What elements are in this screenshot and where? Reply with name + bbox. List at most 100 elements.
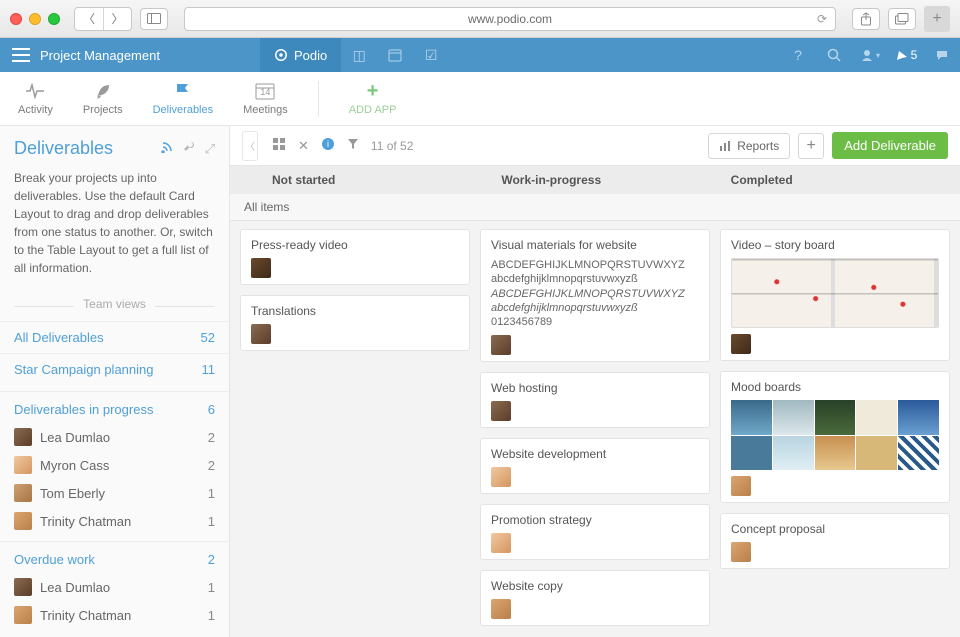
avatar xyxy=(14,428,32,446)
sidebar-tools: ⤢ xyxy=(161,141,215,157)
workspace-title[interactable]: Project Management xyxy=(40,48,160,63)
column-headers: Not started Work-in-progress Completed xyxy=(230,166,960,194)
card-avatars xyxy=(731,334,939,354)
nav-activity[interactable]: Activity xyxy=(18,81,53,116)
calendar-icon[interactable] xyxy=(377,38,413,72)
maximize-window-button[interactable] xyxy=(48,13,60,25)
flag-icon xyxy=(174,81,192,101)
sidebar-person-row[interactable]: Lea Dumlao1 xyxy=(0,573,229,601)
sidebar-person-row[interactable]: Trinity Chatman1 xyxy=(0,507,229,535)
add-deliverable-button[interactable]: Add Deliverable xyxy=(832,132,948,159)
card-avatars xyxy=(731,476,939,496)
expand-icon[interactable]: ⤢ xyxy=(205,141,215,157)
connections-icon[interactable]: ◫ xyxy=(341,38,377,72)
col-header-notstarted: Not started xyxy=(242,173,501,187)
back-button[interactable]: 〈 xyxy=(75,8,103,30)
reports-button[interactable]: Reports xyxy=(708,133,790,159)
url-text: www.podio.com xyxy=(468,12,552,26)
refresh-icon[interactable]: ⟳ xyxy=(817,12,827,26)
avatar xyxy=(14,456,32,474)
nav-label: Activity xyxy=(18,104,53,116)
kanban-card[interactable]: Translations xyxy=(240,295,470,351)
sidebar-person-row[interactable]: Trinity Chatman1 xyxy=(0,601,229,629)
sidebar-person-row[interactable]: Tom Eberly1 xyxy=(0,479,229,507)
app-nav: Activity Projects Deliverables 14 Meetin… xyxy=(0,72,960,126)
kanban-card[interactable]: Website development xyxy=(480,438,710,494)
filter-icon[interactable] xyxy=(347,138,359,153)
column-wip: Visual materials for websiteABCDEFGHIJKL… xyxy=(480,229,710,629)
close-window-button[interactable] xyxy=(10,13,22,25)
avatar xyxy=(731,334,751,354)
nav-back-forward: 〈 〉 xyxy=(74,7,132,31)
sidebar-person-row[interactable]: Myron Cass2 xyxy=(0,451,229,479)
nav-meetings[interactable]: 14 Meetings xyxy=(243,81,288,116)
kanban-card[interactable]: Web hosting xyxy=(480,372,710,428)
person-count: 1 xyxy=(208,486,215,501)
sidebar-title: Deliverables xyxy=(14,138,161,159)
tabs-button[interactable] xyxy=(888,8,916,30)
card-avatars xyxy=(491,335,699,355)
link-count: 52 xyxy=(201,330,215,345)
tasks-icon[interactable]: ☑ xyxy=(413,38,449,72)
sidebar-section-head[interactable]: Overdue work2 xyxy=(0,541,229,573)
kanban-card[interactable]: Visual materials for websiteABCDEFGHIJKL… xyxy=(480,229,710,362)
window-controls xyxy=(10,13,60,25)
card-title: Concept proposal xyxy=(731,522,939,536)
help-icon[interactable]: ? xyxy=(780,38,816,72)
menu-icon[interactable] xyxy=(12,48,30,62)
sidebar-link-star[interactable]: Star Campaign planning 11 xyxy=(0,353,229,385)
add-widget-button[interactable]: + xyxy=(798,133,824,159)
kanban-card[interactable]: Concept proposal xyxy=(720,513,950,569)
card-title: Visual materials for website xyxy=(491,238,699,252)
avatar xyxy=(251,324,271,344)
info-icon[interactable]: i xyxy=(321,137,335,154)
settings-icon[interactable]: ✕ xyxy=(298,138,309,154)
wrench-icon[interactable] xyxy=(183,141,195,157)
add-app-label: ADD APP xyxy=(349,104,397,116)
sidebar-section-head[interactable]: Deliverables in progress6 xyxy=(0,391,229,423)
layout-card-icon[interactable] xyxy=(272,137,286,154)
avatar xyxy=(491,335,511,355)
person-name: Trinity Chatman xyxy=(40,514,200,529)
sidebar-toggle-button[interactable] xyxy=(140,8,168,30)
person-name: Lea Dumlao xyxy=(40,430,200,445)
sidebar-link-all[interactable]: All Deliverables 52 xyxy=(0,321,229,353)
calendar-day-icon: 14 xyxy=(255,81,275,101)
all-items-row[interactable]: All items xyxy=(230,194,960,221)
nav-deliverables[interactable]: Deliverables xyxy=(153,81,214,116)
chat-icon[interactable] xyxy=(924,38,960,72)
podio-logo[interactable]: Podio xyxy=(260,38,341,72)
new-tab-button[interactable]: + xyxy=(924,6,950,32)
search-icon[interactable] xyxy=(816,38,852,72)
person-count: 2 xyxy=(208,430,215,445)
card-thumbnail xyxy=(731,258,939,328)
person-name: Trinity Chatman xyxy=(40,608,200,623)
sidebar-header: Deliverables ⤢ xyxy=(0,126,229,169)
notification-count: 5 xyxy=(911,48,918,62)
kanban-card[interactable]: Video – story board xyxy=(720,229,950,361)
avatar xyxy=(491,401,511,421)
url-bar[interactable]: www.podio.com ⟳ xyxy=(184,7,836,31)
card-avatars xyxy=(491,599,699,619)
kanban-card[interactable]: Website copy xyxy=(480,570,710,626)
notifications-icon[interactable]: 5 xyxy=(888,38,924,72)
sidebar-person-row[interactable]: Lea Dumlao 2 xyxy=(0,423,229,451)
nav-label: Projects xyxy=(83,104,123,116)
column-completed: Video – story boardMood boards Concept pr… xyxy=(720,229,950,629)
account-icon[interactable]: ▾ xyxy=(852,38,888,72)
minimize-window-button[interactable] xyxy=(29,13,41,25)
kanban-card[interactable]: Promotion strategy xyxy=(480,504,710,560)
feed-icon[interactable] xyxy=(161,141,173,157)
forward-button[interactable]: 〉 xyxy=(103,8,131,30)
collapse-sidebar-button[interactable]: 〈 xyxy=(242,131,258,161)
person-count: 1 xyxy=(208,580,215,595)
kanban-card[interactable]: Mood boards xyxy=(720,371,950,503)
share-button[interactable] xyxy=(852,8,880,30)
browser-chrome: 〈 〉 www.podio.com ⟳ + xyxy=(0,0,960,38)
app-topbar: Project Management Podio ◫ ☑ ? ▾ 5 xyxy=(0,38,960,72)
add-app-button[interactable]: + ADD APP xyxy=(349,81,397,116)
avatar xyxy=(731,542,751,562)
nav-projects[interactable]: Projects xyxy=(83,81,123,116)
kanban-card[interactable]: Press-ready video xyxy=(240,229,470,285)
nav-label: Meetings xyxy=(243,104,288,116)
